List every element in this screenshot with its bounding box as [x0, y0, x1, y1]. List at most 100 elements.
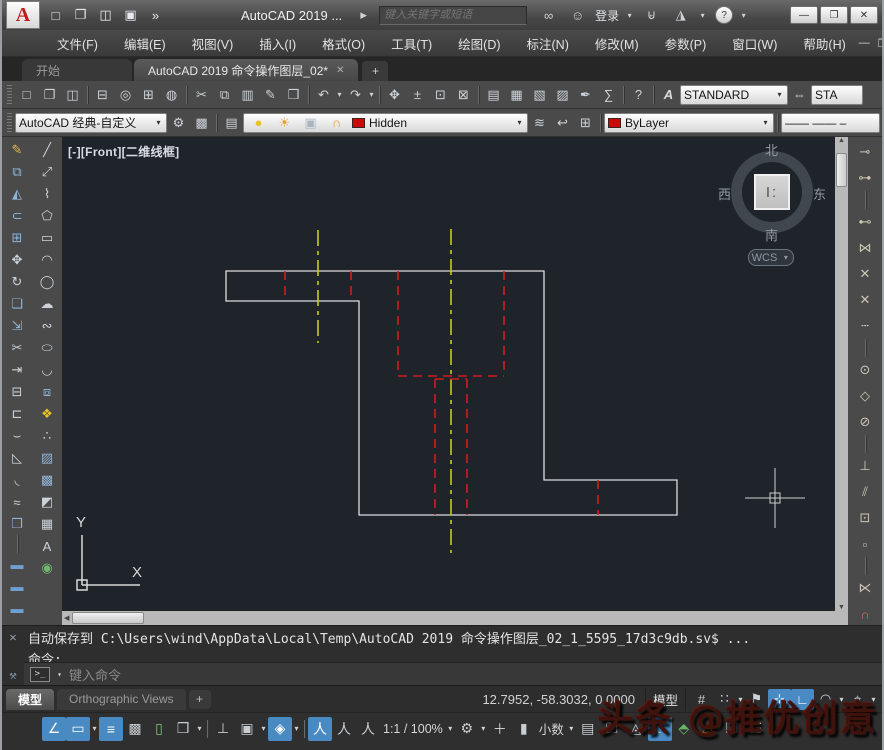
- workspace-gear-icon[interactable]: ⚙: [167, 112, 190, 133]
- polygon-icon[interactable]: ⬠: [34, 205, 60, 227]
- erase-icon[interactable]: ✎: [4, 139, 30, 161]
- stretch-icon[interactable]: ⇲: [4, 315, 30, 337]
- selection-cycling-icon[interactable]: ❒: [171, 717, 195, 741]
- zoom-previous-icon[interactable]: ⊠: [452, 84, 475, 105]
- annotation-visibility-caret-icon[interactable]: ▾: [259, 724, 268, 733]
- layer-lock-icon[interactable]: ∩: [325, 112, 348, 133]
- redo-icon[interactable]: ↷: [344, 84, 367, 105]
- signin-caret-icon[interactable]: ▾: [625, 11, 634, 20]
- tab-drawing[interactable]: AutoCAD 2019 命令操作图层_02* ✕: [134, 59, 359, 81]
- menu-edit[interactable]: 编辑(E): [111, 30, 179, 57]
- scroll-left-icon[interactable]: ◀: [64, 614, 69, 622]
- line-icon[interactable]: ╱: [34, 139, 60, 161]
- designcenter-icon[interactable]: ▦: [505, 84, 528, 105]
- units-value[interactable]: 小数: [539, 719, 564, 738]
- model-tab[interactable]: 模型: [6, 688, 55, 710]
- new-icon[interactable]: □: [44, 5, 67, 26]
- zoom-realtime-icon[interactable]: ±: [406, 84, 429, 105]
- copy-icon[interactable]: ⧉: [4, 161, 30, 183]
- annotative-scale-a-icon[interactable]: 人: [308, 716, 332, 741]
- crosshair-toggle-icon[interactable]: ＋: [488, 717, 512, 741]
- annotation-visibility-icon[interactable]: ▣: [235, 717, 259, 741]
- break-at-point-icon[interactable]: ⊟: [4, 381, 30, 403]
- menu-parametric[interactable]: 参数(P): [652, 30, 720, 57]
- qnew-icon[interactable]: □: [15, 84, 38, 105]
- a360-caret-icon[interactable]: ▾: [698, 11, 707, 20]
- polyline-icon[interactable]: ⌇: [34, 183, 60, 205]
- print-preview-icon[interactable]: ◎: [114, 84, 137, 105]
- tool-palettes-icon[interactable]: ▧: [528, 84, 551, 105]
- ucs-toggle-icon[interactable]: ⊥: [211, 717, 235, 741]
- properties-icon[interactable]: ▤: [482, 84, 505, 105]
- scale-caret-icon[interactable]: ▾: [446, 724, 455, 733]
- snap-extension-icon[interactable]: ┄: [851, 313, 879, 339]
- snap-endpoint-icon[interactable]: ⊷: [851, 209, 879, 235]
- workspace-combo[interactable]: AutoCAD 经典-自定义 ▾: [15, 112, 167, 133]
- new-tab-button[interactable]: +: [362, 61, 389, 81]
- paste-icon[interactable]: ▥: [236, 84, 259, 105]
- table-icon[interactable]: ▦: [34, 513, 60, 535]
- command-input-placeholder[interactable]: 键入命令: [69, 665, 121, 684]
- transparency-icon[interactable]: ▩: [123, 717, 147, 741]
- rectangle-icon[interactable]: ▭: [34, 227, 60, 249]
- angle-override-icon[interactable]: ∠: [42, 716, 66, 741]
- ellipse-icon[interactable]: ⬭: [34, 337, 60, 359]
- annotation-autoscale-icon[interactable]: ◈: [268, 716, 292, 741]
- dim-style-icon[interactable]: ⇔: [788, 84, 811, 105]
- snap-center-icon[interactable]: ⊙: [851, 357, 879, 383]
- layer-previous-icon[interactable]: ↩: [551, 112, 574, 133]
- viewport-label[interactable]: [-][Front][二维线框]: [68, 143, 179, 160]
- horizontal-scrollbar[interactable]: ◀: [62, 611, 848, 625]
- toolbar-grip[interactable]: [7, 84, 12, 105]
- point-style-icon[interactable]: ◉: [34, 557, 60, 579]
- mirror-icon[interactable]: ◭: [4, 183, 30, 205]
- redo-caret-icon[interactable]: ▾: [367, 90, 376, 99]
- dynamic-grips-caret-icon[interactable]: ▾: [90, 724, 99, 733]
- rotate-icon[interactable]: ↻: [4, 271, 30, 293]
- menu-window[interactable]: 窗口(W): [719, 30, 790, 57]
- array-icon[interactable]: ⊞: [4, 227, 30, 249]
- extend-icon[interactable]: ⇥: [4, 359, 30, 381]
- make-block-icon[interactable]: ❖: [34, 403, 60, 425]
- wcs-button[interactable]: WCS ▾: [748, 249, 794, 266]
- text-style-combo[interactable]: STANDARD ▾: [680, 84, 788, 105]
- command-caret-icon[interactable]: ▾: [55, 670, 64, 679]
- layer-states-icon[interactable]: ⊞: [574, 112, 597, 133]
- offset-icon[interactable]: ⊂: [4, 205, 30, 227]
- hatch-icon[interactable]: ▨: [34, 447, 60, 469]
- draw-order-back-icon[interactable]: ▬: [4, 575, 30, 597]
- menu-modify[interactable]: 修改(M): [582, 30, 652, 57]
- viewcube[interactable]: I: 北 南 西 东: [718, 143, 826, 243]
- blend-curves-icon[interactable]: ≈: [4, 491, 30, 513]
- qat-expand-icon[interactable]: »: [144, 5, 167, 26]
- trim-icon[interactable]: ✂: [4, 337, 30, 359]
- pan-icon[interactable]: ✥: [383, 84, 406, 105]
- markup-icon[interactable]: ✒: [574, 84, 597, 105]
- temporary-track-point-icon[interactable]: ⊸: [851, 139, 879, 165]
- spline-icon[interactable]: ∾: [34, 315, 60, 337]
- signin-person-icon[interactable]: ☺: [566, 5, 589, 26]
- draw-order-annotation-icon[interactable]: ▬: [4, 597, 30, 619]
- units-ruler-icon[interactable]: ▮: [512, 717, 536, 741]
- tab-close-icon[interactable]: ✕: [336, 65, 344, 76]
- snap-from-icon[interactable]: ⊶: [851, 165, 879, 191]
- undo-caret-icon[interactable]: ▾: [335, 90, 344, 99]
- command-wrench-icon[interactable]: ⚒: [9, 668, 16, 682]
- annotative-scale-b-icon[interactable]: 人: [332, 717, 356, 741]
- workspace-switching-caret-icon[interactable]: ▾: [479, 724, 488, 733]
- sheet-set-manager-icon[interactable]: ▨: [551, 84, 574, 105]
- minimize-button[interactable]: —: [790, 6, 818, 24]
- doc-minimize-icon[interactable]: —: [859, 37, 870, 50]
- join-icon[interactable]: ⌣: [4, 425, 30, 447]
- title-arrow-icon[interactable]: ▸: [352, 5, 375, 26]
- snap-tangent-icon[interactable]: ⊘: [851, 409, 879, 435]
- snap-quadrant-icon[interactable]: ◇: [851, 383, 879, 409]
- layer-combo[interactable]: ● ☀ ▣ ∩ Hidden ▾: [243, 112, 528, 133]
- layer-properties-icon[interactable]: ▤: [220, 112, 243, 133]
- help-caret-icon[interactable]: ▾: [739, 11, 748, 20]
- revision-cloud-icon[interactable]: ☁: [34, 293, 60, 315]
- arc-icon[interactable]: ◠: [34, 249, 60, 271]
- selection-cycling-caret-icon[interactable]: ▾: [195, 724, 204, 733]
- annotative-scale-c-icon[interactable]: 人: [356, 717, 380, 741]
- tab-start[interactable]: 开始: [22, 59, 132, 81]
